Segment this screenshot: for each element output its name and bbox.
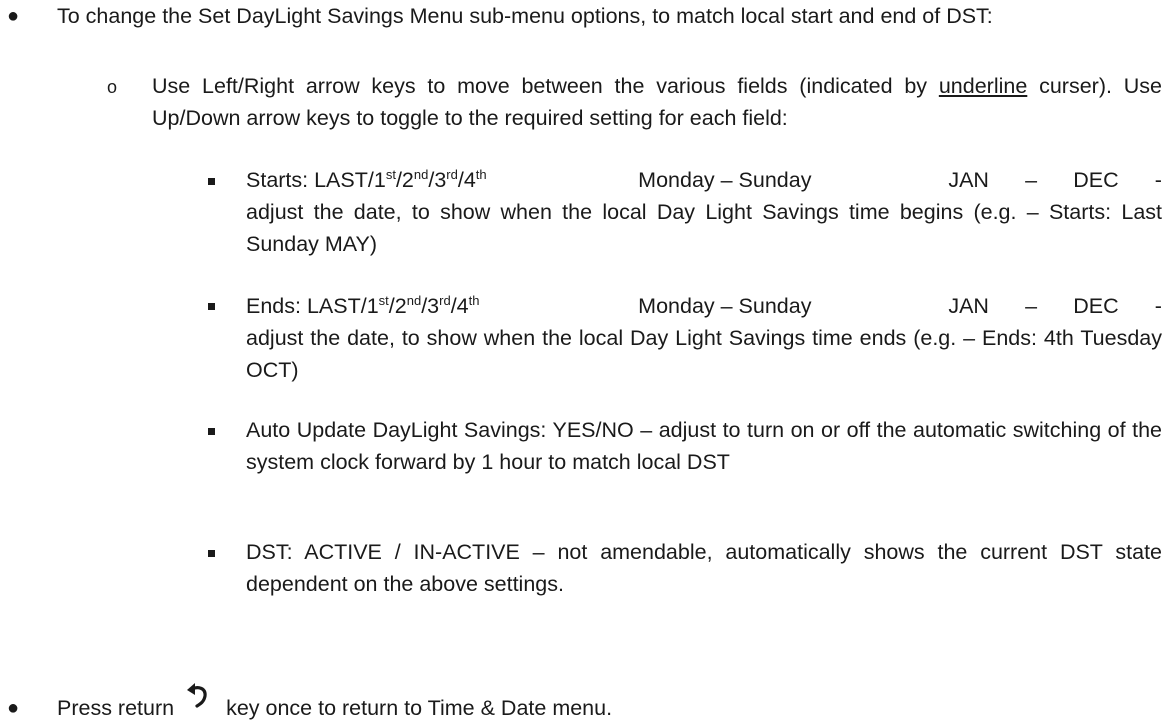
ends-label: Ends: LAST/1st/2nd/3rd/4th	[246, 292, 480, 318]
press-before-text: Press return	[57, 696, 175, 720]
square-bullet-icon	[208, 550, 215, 557]
square-bullet-icon	[208, 178, 215, 185]
ends-dash: –	[1025, 294, 1038, 318]
ends-trail: -	[1154, 294, 1162, 318]
starts-jan: JAN	[948, 168, 989, 192]
starts-trail: -	[1154, 168, 1162, 192]
return-arrow-icon	[180, 680, 220, 710]
ends-description: adjust the date, to show when the local …	[246, 326, 1162, 382]
intro-text-content: To change the Set DayLight Savings Menu …	[57, 4, 993, 28]
dst-text: DST: ACTIVE / IN-ACTIVE – not amendable,…	[246, 540, 1162, 596]
circle-bullet-icon: o	[107, 77, 118, 97]
bullet-icon: ●	[7, 5, 20, 27]
square-bullet-icon	[208, 303, 215, 310]
square-bullet-icon	[208, 428, 215, 435]
ends-item: Ends: LAST/1st/2nd/3rd/4th Monday – Sund…	[246, 290, 1162, 386]
bullet-icon: ●	[7, 697, 20, 719]
auto-update-item: Auto Update DayLight Savings: YES/NO – a…	[246, 414, 1162, 478]
starts-header-row: Starts: LAST/1st/2nd/3rd/4th Monday – Su…	[246, 164, 1162, 196]
starts-description: adjust the date, to show when the local …	[246, 200, 1162, 256]
starts-dec: DEC	[1073, 168, 1119, 192]
ends-jan: JAN	[948, 294, 989, 318]
dst-item: DST: ACTIVE / IN-ACTIVE – not amendable,…	[246, 536, 1162, 600]
starts-label: Starts: LAST/1st/2nd/3rd/4th	[246, 166, 487, 192]
press-return-line: Press return key once to return to Time …	[57, 683, 1162, 724]
press-after-text: key once to return to Time & Date menu.	[226, 696, 613, 720]
starts-days: Monday – Sunday	[638, 168, 812, 192]
nav-part1: Use Left/Right arrow keys to move betwee…	[152, 74, 939, 98]
nav-underline-word: underline	[938, 74, 1028, 98]
ends-dec: DEC	[1073, 294, 1119, 318]
nav-instructions: Use Left/Right arrow keys to move betwee…	[152, 70, 1162, 134]
auto-update-text: Auto Update DayLight Savings: YES/NO – a…	[246, 418, 1162, 474]
intro-text: To change the Set DayLight Savings Menu …	[57, 0, 1162, 32]
starts-dash: –	[1025, 168, 1038, 192]
ends-header-row: Ends: LAST/1st/2nd/3rd/4th Monday – Sund…	[246, 290, 1162, 322]
starts-item: Starts: LAST/1st/2nd/3rd/4th Monday – Su…	[246, 164, 1162, 260]
ends-days: Monday – Sunday	[638, 294, 812, 318]
